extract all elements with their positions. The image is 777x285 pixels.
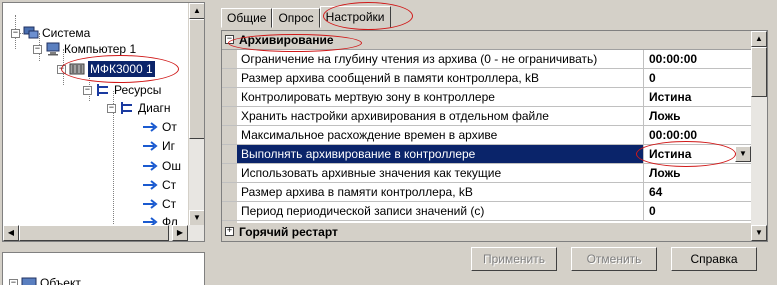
tree-item-signal[interactable]: Ст xyxy=(143,196,176,212)
collapse-icon[interactable]: − xyxy=(225,35,234,44)
arrow-icon xyxy=(143,161,158,171)
property-value[interactable]: 64 xyxy=(644,183,753,201)
arrow-icon xyxy=(143,122,158,132)
tree-item-label: Система xyxy=(42,26,91,40)
property-name: Ограничение на глубину чтения из архива … xyxy=(237,50,644,68)
computer-icon xyxy=(46,42,60,56)
diagnostics-icon xyxy=(121,102,132,114)
collapse-icon[interactable]: − xyxy=(11,28,20,38)
property-row[interactable]: Хранить настройки архивирования в отдель… xyxy=(222,107,753,126)
tree-vertical-scrollbar[interactable]: ▲ ▼ xyxy=(188,3,204,226)
scroll-up-icon[interactable]: ▲ xyxy=(189,3,204,19)
scroll-right-icon[interactable]: ▶ xyxy=(172,225,188,241)
tree-item-label: От xyxy=(162,120,177,134)
resources-icon xyxy=(97,84,108,96)
property-row[interactable]: Контролировать мертвую зону в контроллер… xyxy=(222,88,753,107)
tab-settings[interactable]: Настройки xyxy=(319,6,391,28)
property-name: Использовать архивные значения как текущ… xyxy=(237,164,644,182)
tree-horizontal-scrollbar[interactable]: ◀ ▶ xyxy=(3,225,204,241)
tree-item-label: Ресурсы xyxy=(114,83,162,97)
tab-general[interactable]: Общие xyxy=(221,8,273,28)
property-name: Размер архива в памяти контроллера, kB xyxy=(237,183,644,201)
system-icon xyxy=(23,26,39,39)
property-name: Размер архива сообщений в памяти контрол… xyxy=(237,69,644,87)
property-grid[interactable]: − Архивирование Ограничение на глубину ч… xyxy=(221,30,768,242)
property-row[interactable]: Размер архива в памяти контроллера, kB 6… xyxy=(222,183,753,202)
scroll-down-icon[interactable]: ▼ xyxy=(189,210,204,226)
tree-item-object[interactable]: − Объект xyxy=(9,275,81,285)
tree-item-signal[interactable]: Ош xyxy=(143,158,181,174)
property-name: Контролировать мертвую зону в контроллер… xyxy=(237,88,644,106)
tree-item-label: Ош xyxy=(162,159,181,173)
tree-item-label: Иг xyxy=(162,139,176,153)
property-value[interactable]: Ложь xyxy=(644,164,753,182)
apply-button[interactable]: Применить xyxy=(471,247,557,271)
arrow-icon xyxy=(143,180,158,190)
property-value[interactable]: 00:00:00 xyxy=(644,50,753,68)
category-label: Горячий рестарт xyxy=(239,225,338,239)
collapse-icon[interactable]: − xyxy=(9,278,18,285)
collapse-icon[interactable]: − xyxy=(83,85,92,95)
property-row[interactable]: Период периодической записи значений (с)… xyxy=(222,202,753,221)
controller-icon xyxy=(69,63,85,75)
object-tree[interactable]: − Система − Компьютер 1 − МФК3000 1 − Ре… xyxy=(2,2,205,242)
tree-item-label: МФК3000 1 xyxy=(88,61,155,77)
tree-item-label: Объект xyxy=(40,276,81,285)
object-panel[interactable]: − Объект xyxy=(2,252,205,285)
property-value[interactable]: Истина xyxy=(644,88,753,106)
property-row[interactable]: Максимальное расхождение времен в архиве… xyxy=(222,126,753,145)
category-archiving[interactable]: − Архивирование xyxy=(222,31,753,50)
tree-item-signal[interactable]: Ст xyxy=(143,177,176,193)
property-row[interactable]: Ограничение на глубину чтения из архива … xyxy=(222,50,753,69)
chevron-down-icon[interactable]: ▼ xyxy=(735,146,751,162)
arrow-icon xyxy=(143,199,158,209)
tree-item-label: Компьютер 1 xyxy=(64,42,137,56)
category-hot-restart[interactable]: + Горячий рестарт xyxy=(222,223,753,241)
tree-item-signal[interactable]: Иг xyxy=(143,138,175,154)
cancel-button[interactable]: Отменить xyxy=(571,247,657,271)
tree-item-signal[interactable]: От xyxy=(143,119,177,135)
object-icon xyxy=(21,277,37,285)
scroll-up-icon[interactable]: ▲ xyxy=(751,31,767,47)
tree-item-system[interactable]: − Система xyxy=(11,25,90,41)
property-value[interactable]: 0 xyxy=(644,69,753,87)
tab-polling[interactable]: Опрос xyxy=(272,8,320,28)
tree-item-label: Ст xyxy=(162,178,177,192)
collapse-icon[interactable]: − xyxy=(57,64,66,74)
collapse-icon[interactable]: − xyxy=(107,103,116,113)
property-row[interactable]: Размер архива сообщений в памяти контрол… xyxy=(222,69,753,88)
property-name: Хранить настройки архивирования в отдель… xyxy=(237,107,644,125)
tree-item-resources[interactable]: − Ресурсы xyxy=(83,82,161,98)
scroll-down-icon[interactable]: ▼ xyxy=(751,225,767,241)
tree-item-label: Диагн xyxy=(138,101,171,115)
expand-icon[interactable]: + xyxy=(225,227,234,236)
category-label: Архивирование xyxy=(239,33,334,47)
scroll-thumb[interactable] xyxy=(189,19,204,139)
property-value[interactable]: Ложь xyxy=(644,107,753,125)
tree-item-computer[interactable]: − Компьютер 1 xyxy=(33,41,136,57)
help-button[interactable]: Справка xyxy=(671,247,757,271)
tree-item-label: Ст xyxy=(162,197,177,211)
tree-item-diagnostics[interactable]: − Диагн xyxy=(107,100,171,116)
arrow-icon xyxy=(143,141,158,151)
grid-vertical-scrollbar[interactable]: ▲ ▼ xyxy=(751,31,767,241)
tree-item-controller[interactable]: − МФК3000 1 xyxy=(57,61,155,77)
property-name: Максимальное расхождение времен в архиве xyxy=(237,126,644,144)
property-value[interactable]: 00:00:00 xyxy=(644,126,753,144)
property-row-selected[interactable]: Выполнять архивирование в контроллере Ис… xyxy=(222,145,753,164)
tab-strip: Общие Опрос Настройки xyxy=(221,6,391,28)
scroll-thumb[interactable] xyxy=(751,47,767,97)
collapse-icon[interactable]: − xyxy=(33,44,42,54)
property-name: Выполнять архивирование в контроллере xyxy=(237,145,644,163)
property-value[interactable]: 0 xyxy=(644,202,753,220)
scroll-thumb[interactable] xyxy=(19,225,169,241)
properties-panel: Общие Опрос Настройки − Архивирование Ог… xyxy=(213,0,777,285)
property-row[interactable]: Использовать архивные значения как текущ… xyxy=(222,164,753,183)
scroll-left-icon[interactable]: ◀ xyxy=(3,225,19,241)
property-name: Период периодической записи значений (с) xyxy=(237,202,644,220)
